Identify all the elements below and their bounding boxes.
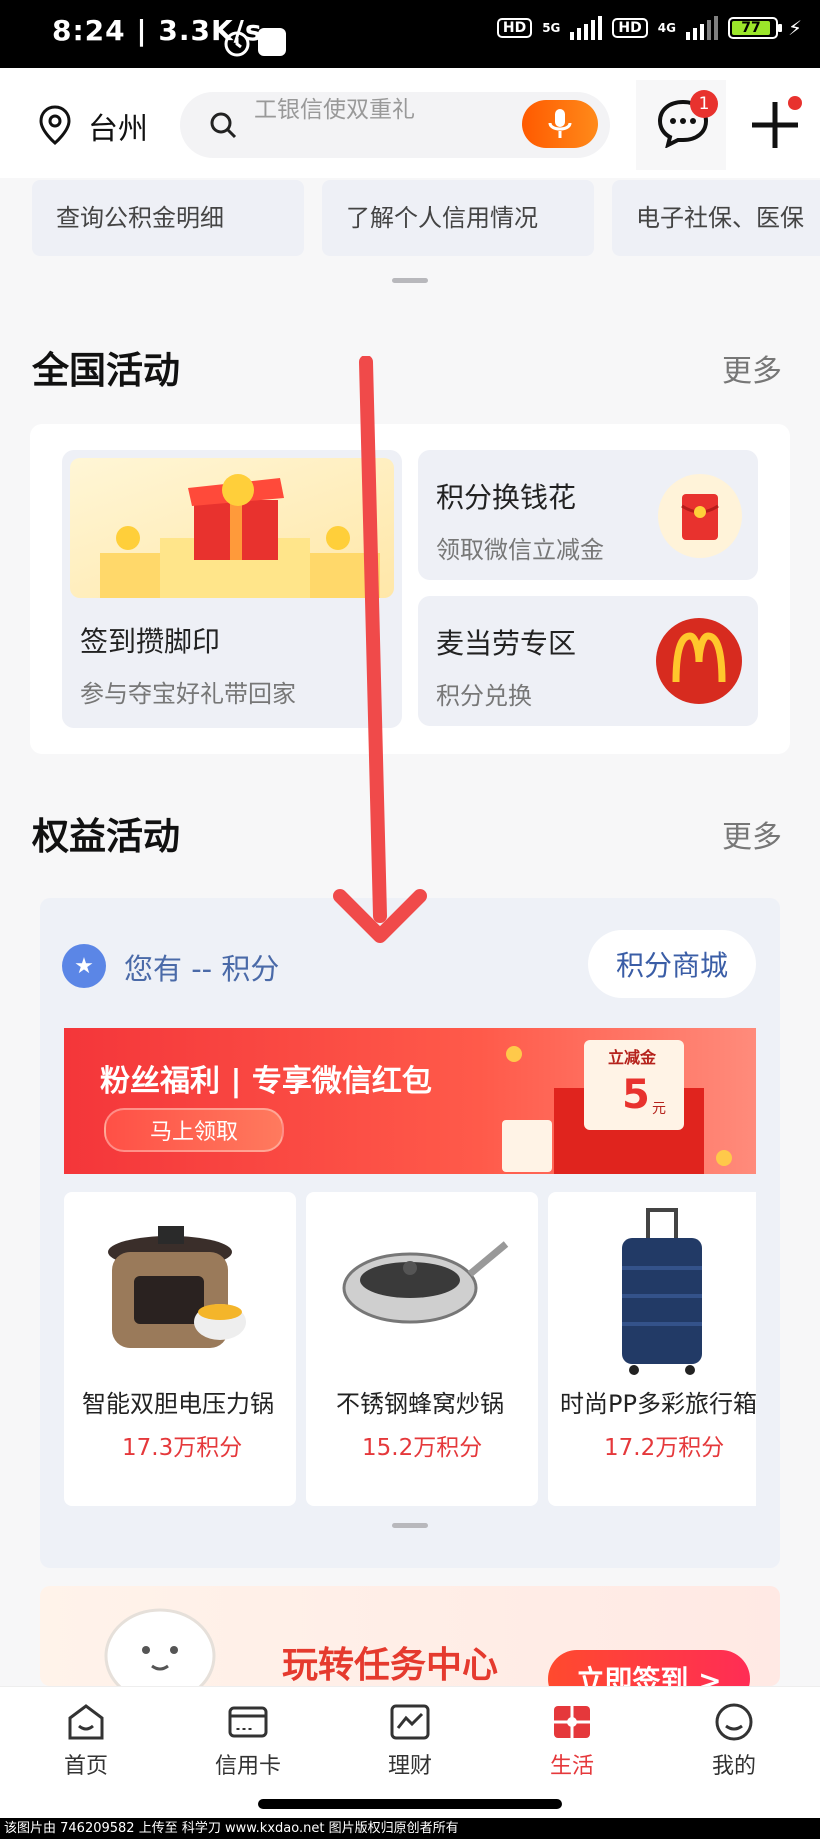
points-balance: 您有 -- 积分 <box>124 952 280 986</box>
signin-illustration <box>70 458 394 598</box>
signal-icon <box>570 16 603 40</box>
tab-credit-card[interactable]: 信用卡 <box>188 1700 308 1780</box>
network-gen-label: 4G <box>657 21 676 35</box>
points-star-icon: ★ <box>62 944 106 988</box>
tab-label: 生活 <box>549 1754 594 1779</box>
home-indicator[interactable] <box>258 1799 562 1809</box>
gift-box-illustration <box>100 474 380 598</box>
claim-now-button[interactable]: 马上领取 <box>104 1108 284 1152</box>
signin-title: 签到攒脚印 <box>80 625 221 658</box>
product-card[interactable]: 智能双胆电压力锅 17.3万积分 <box>64 1192 296 1506</box>
points-cash-title: 积分换钱花 <box>436 481 577 514</box>
chip-social-insurance[interactable]: 电子社保、医保 <box>612 180 820 256</box>
rights-activities-title: 权益活动 <box>32 815 180 858</box>
signal-icon <box>685 16 718 40</box>
mcdonalds-title: 麦当劳专区 <box>436 627 577 660</box>
points-mall-button[interactable]: 积分商城 <box>588 930 756 998</box>
tab-wealth[interactable]: 理财 <box>350 1700 470 1780</box>
product-card[interactable]: 不锈钢蜂窝炒锅 15.2万积分 <box>306 1192 538 1506</box>
carousel-indicator <box>392 278 428 283</box>
chip-credit-report[interactable]: 了解个人信用情况 <box>322 180 594 256</box>
watermark-footer: 该图片由 746209582 上传至 科学刀 www.kxdao.net 图片版… <box>0 1818 820 1839</box>
coupon-title: 立减金 <box>608 1048 657 1067</box>
chip-housing-fund[interactable]: 查询公积金明细 <box>32 180 304 256</box>
home-icon <box>68 1704 104 1740</box>
mascot-illustration <box>104 1608 216 1686</box>
product-carousel-indicator <box>392 1523 428 1528</box>
status-indicators: HD 5G HD 4G 77 ⚡ <box>496 16 802 40</box>
hd-badge: HD <box>612 18 648 38</box>
search-placeholder: 工银信使双重礼 <box>254 97 415 123</box>
qq-icon <box>258 28 286 56</box>
wok-image <box>342 1241 509 1324</box>
voice-search-button[interactable] <box>522 100 598 148</box>
search-icon <box>210 112 237 139</box>
tab-profile[interactable]: 我的 <box>674 1700 794 1780</box>
product-price: 17.3万积分 <box>122 1435 243 1461</box>
product-name: 时尚PP多彩旅行箱 <box>560 1390 756 1418</box>
tab-label: 首页 <box>63 1754 108 1779</box>
hd-badge: HD <box>496 18 533 38</box>
credit-card-icon <box>228 1706 268 1738</box>
notification-dot <box>788 96 802 110</box>
banner-title: 粉丝福利 | 专享微信红包 <box>100 1064 432 1099</box>
pressure-cooker-image <box>108 1226 246 1348</box>
national-activities-title: 全国活动 <box>32 349 180 392</box>
red-envelope-icon <box>658 474 742 558</box>
product-name: 智能双胆电压力锅 <box>82 1390 274 1418</box>
microphone-icon <box>548 109 572 138</box>
tab-label: 信用卡 <box>214 1754 281 1779</box>
profile-icon <box>715 1703 753 1741</box>
city-selector[interactable]: 台州 <box>88 104 148 148</box>
national-more-link[interactable]: 更多 <box>722 346 782 390</box>
chart-icon <box>390 1704 430 1740</box>
location-pin-icon[interactable] <box>38 105 72 145</box>
battery-icon: 77 <box>727 17 782 39</box>
tab-life[interactable]: 生活 <box>512 1700 632 1780</box>
battery-level: 77 <box>731 21 770 35</box>
coupon-value: 5 <box>622 1072 650 1118</box>
status-bar: 8:24 | 3.3K/s HD 5G HD 4G 77 ⚡ <box>0 0 820 68</box>
suitcase-image <box>622 1208 702 1375</box>
network-gen-label: 5G <box>542 21 561 35</box>
charging-icon: ⚡ <box>787 16 802 40</box>
product-price: 17.2万积分 <box>604 1435 725 1461</box>
message-count-badge: 1 <box>690 90 718 118</box>
fans-welfare-banner[interactable]: 立减金 5 元 <box>64 1028 756 1174</box>
task-center-title: 玩转任务中心 <box>282 1645 499 1686</box>
tab-label: 我的 <box>711 1754 756 1779</box>
alarm-icon <box>224 31 250 57</box>
signin-subtitle: 参与夺宝好礼带回家 <box>80 680 296 708</box>
mcdonalds-logo-icon <box>656 618 742 704</box>
product-name: 不锈钢蜂窝炒锅 <box>336 1390 504 1418</box>
mcdonalds-subtitle: 积分兑换 <box>436 682 532 710</box>
life-icon <box>554 1706 590 1738</box>
product-card[interactable]: 时尚PP多彩旅行箱 17.2万积分 <box>548 1192 756 1506</box>
tab-label: 理财 <box>387 1754 432 1779</box>
coupon-unit: 元 <box>652 1101 666 1117</box>
tab-home[interactable]: 首页 <box>26 1700 146 1780</box>
rights-more-link[interactable]: 更多 <box>722 812 782 856</box>
points-cash-subtitle: 领取微信立减金 <box>436 536 604 564</box>
product-price: 15.2万积分 <box>362 1435 483 1461</box>
